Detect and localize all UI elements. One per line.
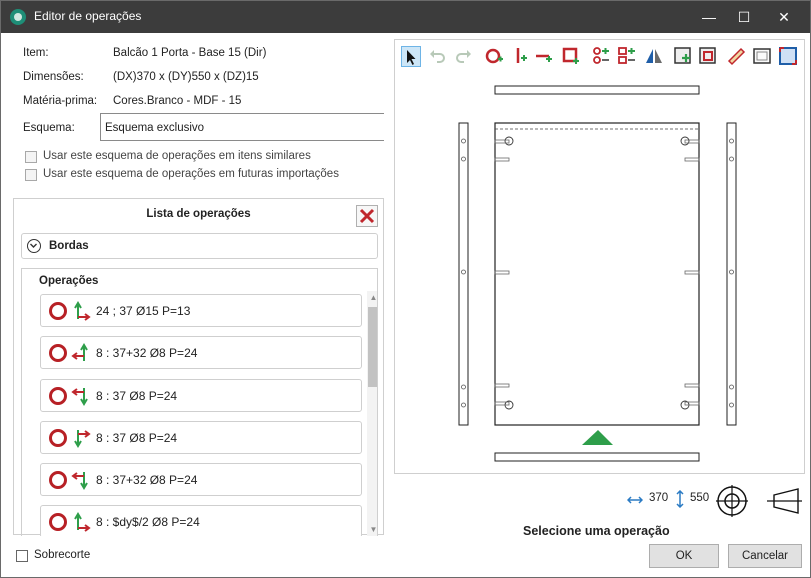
operation-item[interactable]: 24 ; 37 Ø15 P=13 [40,294,362,327]
operations-panel: Lista de operações Bordas Operações 24 ;… [13,198,384,536]
red-x-icon [359,208,375,224]
right-side-view [726,122,737,426]
close-window-button[interactable]: ✕ [764,1,804,33]
operation-text: 8 : 37 Ø8 P=24 [96,431,178,445]
future-imports-label: Usar este esquema de operações em futura… [43,168,339,180]
operations-header: Operações [39,275,99,287]
operation-item[interactable]: 8 : 37 Ø8 P=24 [40,421,362,454]
operations-scrollbar[interactable]: ▲ ▼ [367,291,377,536]
scroll-down-arrow[interactable]: ▼ [367,523,377,536]
width-value: 370 [649,492,669,504]
drill-hole-icon [49,513,67,531]
app-logo-icon [10,9,26,25]
axis-up-right-icon [74,512,91,532]
drill-hole-icon [49,429,67,447]
operation-item[interactable]: 8 : $dy$/2 Ø8 P=24 [40,505,362,536]
operation-text: 24 ; 37 Ø15 P=13 [96,304,191,318]
first-angle-projection-icon[interactable] [715,484,749,518]
axis-right-down-icon [74,430,91,448]
operation-text: 8 : 37+32 Ø8 P=24 [96,346,198,360]
width-arrow-icon [627,496,643,504]
scroll-thumb[interactable] [368,307,377,387]
cancel-button[interactable]: Cancelar [728,544,802,568]
height-value: 550 [690,492,710,504]
front-direction-marker [582,430,613,445]
axis-up-right-icon [74,301,91,321]
maximize-button[interactable]: ☐ [724,1,764,33]
bordas-label: Bordas [49,240,89,252]
operation-item[interactable]: 8 : 37 Ø8 P=24 [40,379,362,412]
window-title: Editor de operações [34,9,142,23]
operations-list: Operações 24 ; 37 Ø15 P=13 8 : 37+32 Ø8 … [21,268,378,536]
dimensions-label: Dimensões: [23,71,84,83]
bottom-edge-view [494,452,700,462]
item-label: Item: [23,47,49,59]
dimensions-value: (DX)370 x (DY)550 x (DZ)15 [113,71,259,83]
scroll-up-arrow[interactable]: ▲ [367,291,377,305]
item-value: Balcão 1 Porta - Base 15 (Dir) [113,47,267,59]
title-bar: Editor de operações — ☐ ✕ [1,1,810,33]
bordas-expander[interactable]: Bordas [21,233,378,259]
operation-item[interactable]: 8 : 37+32 Ø8 P=24 [40,336,362,369]
similar-items-checkbox[interactable] [25,151,37,163]
operation-item[interactable]: 8 : 37+32 Ø8 P=24 [40,463,362,496]
drill-hole-icon [49,387,67,405]
drill-hole-icon [49,344,67,362]
sobrecorte-checkbox[interactable] [16,550,28,562]
main-panel-face [494,122,700,426]
operations-title: Lista de operações [146,208,251,220]
schema-field[interactable]: Esquema exclusivo [100,113,384,141]
chevron-down-icon [27,239,41,253]
axis-left-down-icon [71,388,88,406]
axis-left-up-icon [71,343,88,361]
future-imports-checkbox[interactable] [25,169,37,181]
operation-text: 8 : 37 Ø8 P=24 [96,389,178,403]
top-edge-view [494,85,700,95]
similar-items-label: Usar este esquema de operações em itens … [43,150,311,162]
operation-text: 8 : 37+32 Ø8 P=24 [96,473,198,487]
sobrecorte-label: Sobrecorte [34,549,91,561]
editor-window: Editor de operações — ☐ ✕ Item: Balcão 1… [0,0,811,578]
operation-text: 8 : $dy$/2 Ø8 P=24 [96,515,200,529]
material-label: Matéria-prima: [23,95,98,107]
ok-button[interactable]: OK [649,544,719,568]
drill-hole-icon [49,302,67,320]
left-side-view [458,122,469,426]
height-arrow-icon [676,490,684,508]
minimize-button[interactable]: — [689,1,729,33]
drawing-panel [394,39,805,474]
status-message: Selecione uma operação [523,524,670,538]
material-value: Cores.Branco - MDF - 15 [113,95,242,107]
clear-operations-button[interactable] [356,205,378,227]
drill-hole-icon [49,471,67,489]
schema-label: Esquema: [23,122,75,134]
axis-left-down-icon [71,472,88,490]
view-cone-icon[interactable] [766,487,804,515]
panel-drawing[interactable] [395,40,804,473]
